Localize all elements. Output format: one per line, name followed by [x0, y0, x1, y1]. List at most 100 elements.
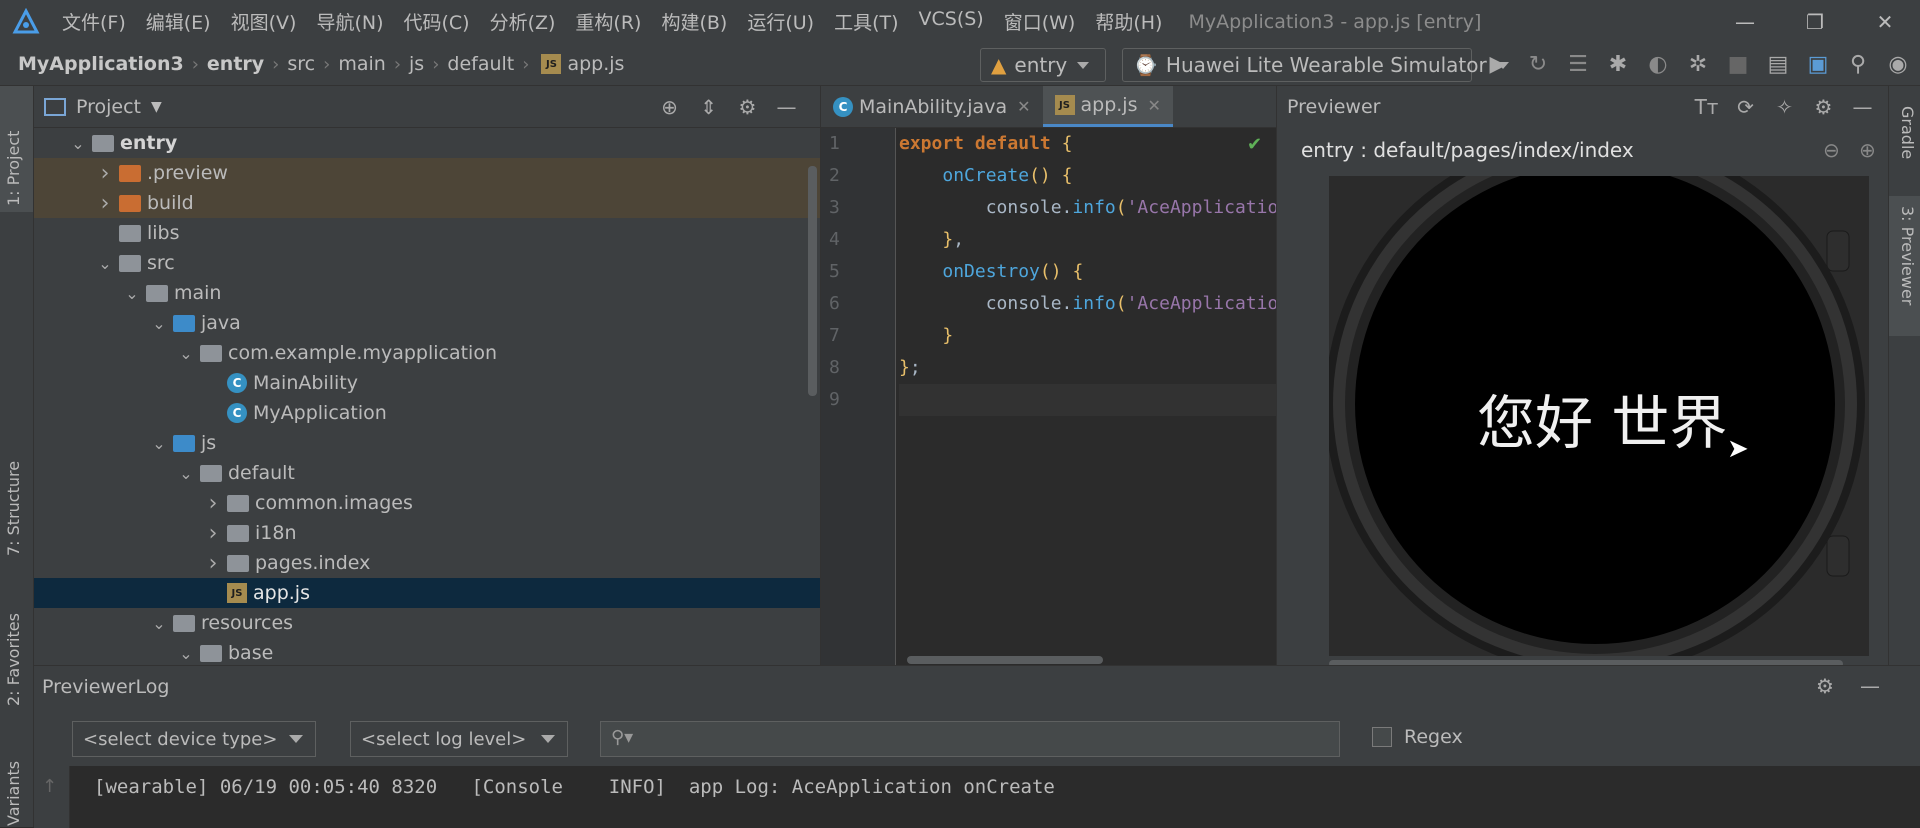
project-structure-icon[interactable]: ▤	[1758, 52, 1798, 77]
menu-item[interactable]: 重构(R)	[565, 8, 651, 35]
profile-icon[interactable]: ◐	[1638, 52, 1678, 77]
variants-tool-tab[interactable]: Variants	[4, 761, 23, 826]
chevron-down-icon[interactable]: ▼	[151, 99, 162, 115]
gear-icon[interactable]: ⚙	[728, 95, 767, 119]
tree-item-com-example-myapplication[interactable]: ⌄ com.example.myapplication	[34, 338, 820, 368]
menu-item[interactable]: 帮助(H)	[1085, 8, 1172, 35]
tree-item-js[interactable]: ⌄ js	[34, 428, 820, 458]
close-icon[interactable]: ✕	[1017, 97, 1030, 116]
gear-icon[interactable]: ⚙	[1816, 674, 1834, 698]
gradle-tool-tab[interactable]: Gradle	[1898, 106, 1917, 159]
breadcrumb-item[interactable]: js	[409, 53, 424, 75]
device-select[interactable]: ⌚ Huawei Lite Wearable Simulator	[1122, 48, 1509, 82]
menu-item[interactable]: 导航(N)	[306, 8, 393, 35]
close-window-button[interactable]: ✕	[1850, 0, 1920, 43]
menu-item[interactable]: 工具(T)	[824, 8, 908, 35]
chevron-right-icon[interactable]: ›	[203, 521, 223, 546]
close-icon[interactable]: ✕	[1147, 96, 1160, 115]
tree-item-myapplication[interactable]: C MyApplication	[34, 398, 820, 428]
chevron-down-icon[interactable]: ⌄	[149, 614, 169, 633]
tree-item-preview[interactable]: › .preview	[34, 158, 820, 188]
project-tool-tab[interactable]: 1: Project	[4, 131, 23, 206]
tree-item-java[interactable]: ⌄ java	[34, 308, 820, 338]
menu-item[interactable]: 运行(U)	[737, 8, 824, 35]
zoom-out-icon[interactable]: ⊖	[1823, 138, 1840, 162]
chevron-down-icon[interactable]: ⌄	[149, 314, 169, 333]
stop-icon[interactable]: ■	[1718, 52, 1758, 77]
log-output[interactable]: ↑ [wearable] 06/19 00:05:40 8320 [Consol…	[34, 766, 1920, 828]
tree-item-default[interactable]: ⌄ default	[34, 458, 820, 488]
hide-icon[interactable]: —	[1843, 95, 1882, 119]
hide-icon[interactable]: —	[1860, 674, 1880, 698]
chevron-down-icon[interactable]: ⌄	[95, 254, 115, 273]
breadcrumb-item[interactable]: src	[287, 53, 315, 75]
text-size-icon[interactable]: Tт	[1687, 95, 1726, 119]
log-level-select[interactable]: <select log level>	[350, 721, 568, 757]
tree-item-mainability[interactable]: C MainAbility	[34, 368, 820, 398]
hide-icon[interactable]: —	[767, 95, 806, 119]
menu-item[interactable]: VCS(S)	[909, 8, 994, 35]
refresh-icon[interactable]: ⟳	[1726, 95, 1765, 119]
breadcrumb-item[interactable]: main	[338, 53, 385, 75]
rerun-icon[interactable]: ↻	[1518, 52, 1558, 77]
device-type-select[interactable]: <select device type>	[72, 721, 316, 757]
chevron-down-icon[interactable]: ⌄	[176, 644, 196, 663]
code-area[interactable]: export default { onCreate() { console.in…	[899, 128, 1277, 416]
chevron-down-icon[interactable]: ⌄	[176, 344, 196, 363]
chevron-down-icon[interactable]: ⌄	[122, 284, 142, 303]
run-icon[interactable]: ▶	[1478, 52, 1518, 77]
chevron-right-icon[interactable]: ›	[95, 161, 115, 186]
tree-item-app-js[interactable]: JS app.js	[34, 578, 820, 608]
chevron-right-icon[interactable]: ›	[203, 551, 223, 576]
search-icon[interactable]: ⚲	[1838, 52, 1878, 77]
devices-icon[interactable]: ✧	[1765, 95, 1804, 119]
regex-checkbox[interactable]	[1372, 727, 1392, 747]
tree-item-libs[interactable]: libs	[34, 218, 820, 248]
tree-item-i18n[interactable]: › i18n	[34, 518, 820, 548]
device-manager-icon[interactable]: ▣	[1798, 52, 1838, 77]
tree-item-entry[interactable]: ⌄ entry	[34, 128, 820, 158]
gear-icon[interactable]: ⚙	[1804, 95, 1843, 119]
project-view-select[interactable]: Project	[76, 96, 141, 118]
tree-item-resources[interactable]: ⌄ resources	[34, 608, 820, 638]
locate-icon[interactable]: ⊕	[650, 95, 689, 119]
structure-tool-tab[interactable]: 7: Structure	[4, 461, 23, 556]
chevron-right-icon[interactable]: ›	[95, 191, 115, 216]
tree-item-main[interactable]: ⌄ main	[34, 278, 820, 308]
chevron-down-icon[interactable]: ⌄	[68, 134, 88, 153]
scroll-up-icon[interactable]: ↑	[42, 776, 57, 797]
chevron-down-icon[interactable]: ⌄	[149, 434, 169, 453]
menu-item[interactable]: 编辑(E)	[136, 8, 221, 35]
breadcrumb-item[interactable]: MyApplication3	[18, 53, 184, 75]
module-select[interactable]: ▲ entry	[980, 48, 1106, 82]
menu-item[interactable]: 分析(Z)	[480, 8, 566, 35]
tree-item-build[interactable]: › build	[34, 188, 820, 218]
coverage-icon[interactable]: ☰	[1558, 52, 1598, 77]
account-icon[interactable]: ◉	[1878, 52, 1918, 77]
tree-scrollbar[interactable]	[808, 166, 817, 396]
breadcrumb-item[interactable]: entry	[207, 53, 264, 75]
tree-item-base[interactable]: ⌄ base	[34, 638, 820, 668]
editor-horizontal-scrollbar[interactable]	[907, 656, 1103, 664]
menu-item[interactable]: 视图(V)	[221, 8, 307, 35]
menu-item[interactable]: 构建(B)	[651, 8, 737, 35]
tab-app-js[interactable]: JS app.js ✕	[1042, 86, 1173, 127]
breadcrumb-item[interactable]: default	[447, 53, 514, 75]
chevron-right-icon[interactable]: ›	[203, 491, 223, 516]
breadcrumb-item[interactable]: app.js	[567, 53, 624, 75]
debug-icon[interactable]: ✱	[1598, 52, 1638, 77]
attach-debugger-icon[interactable]: ✲	[1678, 52, 1718, 77]
chevron-down-icon[interactable]: ⌄	[176, 464, 196, 483]
tree-item-src[interactable]: ⌄ src	[34, 248, 820, 278]
collapse-all-icon[interactable]: ⇕	[689, 95, 728, 119]
menu-item[interactable]: 窗口(W)	[994, 8, 1086, 35]
tree-item-pages-index[interactable]: › pages.index	[34, 548, 820, 578]
restore-button[interactable]: ❐	[1780, 0, 1850, 43]
favorites-tool-tab[interactable]: 2: Favorites	[4, 613, 23, 706]
minimize-button[interactable]: —	[1710, 0, 1780, 43]
menu-item[interactable]: 文件(F)	[52, 8, 136, 35]
tree-item-common-images[interactable]: › common.images	[34, 488, 820, 518]
menu-item[interactable]: 代码(C)	[393, 8, 479, 35]
zoom-in-icon[interactable]: ⊕	[1859, 138, 1876, 162]
previewer-tool-tab[interactable]: 3: Previewer	[1898, 206, 1917, 305]
